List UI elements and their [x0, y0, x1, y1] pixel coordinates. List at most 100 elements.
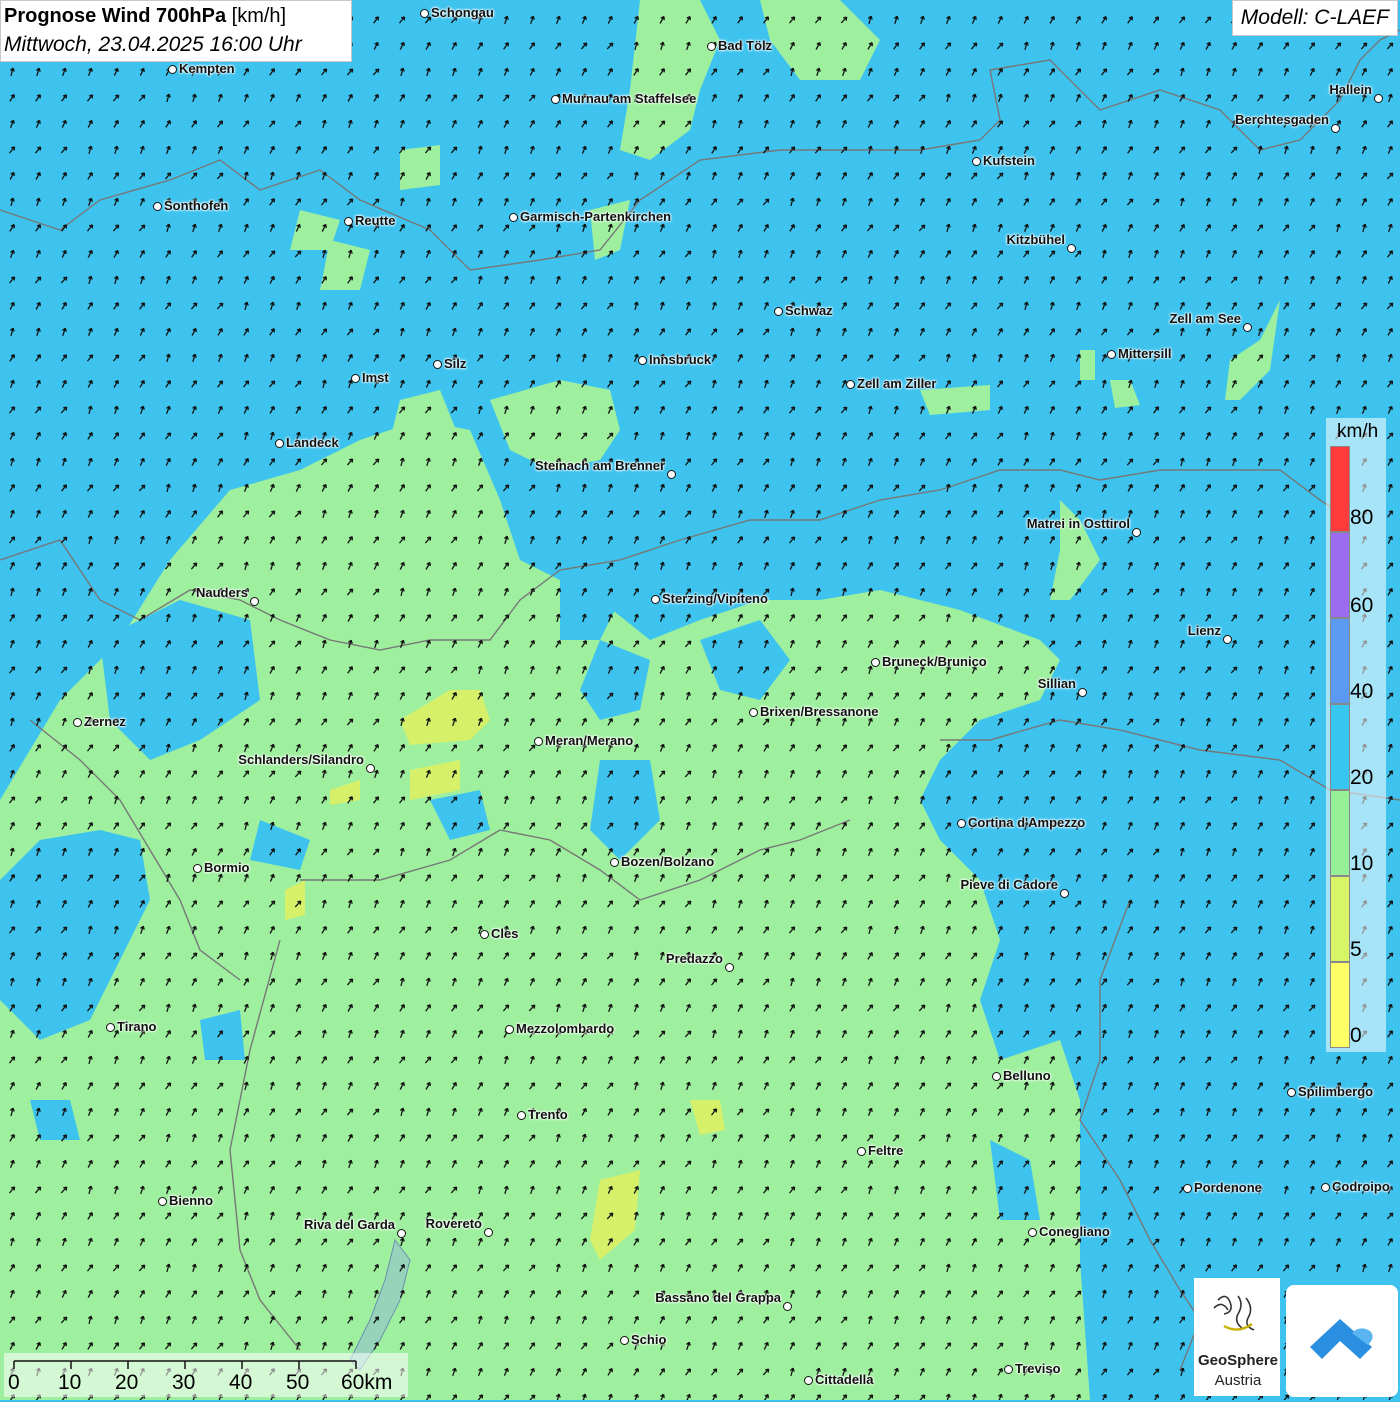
legend-label: 0	[1350, 1024, 1362, 1047]
logo-line2: Austria	[1214, 1372, 1262, 1389]
city-label: Brixen/Bressanone	[760, 704, 879, 719]
city-marker	[106, 1023, 115, 1032]
city-marker	[1321, 1183, 1330, 1192]
legend-unit: km/h	[1337, 421, 1379, 442]
city-label: Imst	[362, 370, 389, 385]
city-marker	[1331, 124, 1340, 133]
city-label: Hallein	[1329, 82, 1372, 97]
city-marker	[774, 307, 783, 316]
legend-swatch	[1330, 532, 1350, 618]
city-label: Mittersill	[1118, 346, 1172, 361]
legend-swatch	[1330, 790, 1350, 876]
city-label: Reutte	[355, 213, 396, 228]
city-marker	[1067, 244, 1076, 253]
city-marker	[1243, 323, 1252, 332]
city-marker	[551, 95, 560, 104]
city-marker	[1287, 1088, 1296, 1097]
city-label: Rovereto	[425, 1216, 482, 1231]
city-marker	[992, 1072, 1001, 1081]
logo-line1: GeoSphere	[1197, 1352, 1279, 1369]
city-label: Feltre	[868, 1143, 904, 1158]
app-icon[interactable]	[1286, 1285, 1398, 1397]
city-label: Bienno	[169, 1193, 214, 1208]
city-label: Mezzolombardo	[516, 1021, 615, 1036]
city-label: Schlanders/Silandro	[238, 752, 364, 767]
city-label: Schwaz	[785, 303, 833, 318]
city-marker	[168, 65, 177, 74]
legend-label: 60	[1350, 594, 1374, 617]
city-label: Schongau	[431, 5, 494, 20]
scale-label-50: 50	[286, 1371, 310, 1394]
scale-label-20: 20	[115, 1371, 139, 1394]
city-label: Zernez	[84, 714, 126, 729]
city-marker	[620, 1336, 629, 1345]
city-marker	[1060, 889, 1069, 898]
legend-swatch	[1330, 704, 1350, 790]
city-label: Sillian	[1037, 676, 1076, 691]
map-unit: [km/h]	[231, 5, 287, 27]
city-label: Tirano	[117, 1019, 157, 1034]
city-label: Spilimbergo	[1298, 1084, 1374, 1099]
city-label: Berchtesgaden	[1235, 112, 1329, 127]
city-marker	[505, 1025, 514, 1034]
city-label: Bormio	[204, 860, 250, 875]
city-marker	[509, 213, 518, 222]
city-marker	[397, 1229, 406, 1238]
legend-label: 20	[1350, 766, 1374, 789]
city-label: Kufstein	[983, 153, 1035, 168]
city-label: Codroipo	[1332, 1179, 1390, 1194]
city-marker	[366, 764, 375, 773]
city-label: Conegliano	[1039, 1224, 1110, 1239]
city-marker	[804, 1376, 813, 1385]
city-marker	[1183, 1184, 1192, 1193]
city-label: Innsbruck	[649, 352, 712, 367]
legend-label: 10	[1350, 852, 1374, 875]
city-label: Lienz	[1187, 623, 1221, 638]
city-label: Bruneck/Brunico	[882, 654, 987, 669]
city-label: Riva del Garda	[303, 1217, 395, 1232]
city-label: Garmisch-Partenkirchen	[520, 209, 672, 224]
city-marker	[351, 374, 360, 383]
city-label: Pordenone	[1194, 1180, 1262, 1195]
map-date: Mittwoch, 23.04.2025 16:00 Uhr	[4, 33, 302, 56]
city-marker	[517, 1111, 526, 1120]
city-label: Kitzbühel	[1006, 232, 1066, 247]
city-marker	[1107, 350, 1116, 359]
city-marker	[484, 1228, 493, 1237]
legend-swatch	[1330, 618, 1350, 704]
city-marker	[1078, 688, 1087, 697]
legend-label: 40	[1350, 680, 1374, 703]
city-label: Bassano del Grappa	[655, 1290, 781, 1305]
city-marker	[534, 737, 543, 746]
city-marker	[638, 356, 647, 365]
city-label: Cles	[491, 926, 519, 941]
city-label: Bozen/Bolzano	[621, 854, 715, 869]
city-marker	[420, 9, 429, 18]
city-marker	[1374, 94, 1383, 103]
city-marker	[275, 439, 284, 448]
city-label: Kempten	[179, 61, 235, 76]
city-marker	[725, 963, 734, 972]
city-label: Cittadella	[815, 1372, 874, 1387]
city-label: Nauders	[195, 585, 248, 600]
city-label: Meran/Merano	[545, 733, 634, 748]
city-label: Landeck	[286, 435, 339, 450]
city-marker	[972, 157, 981, 166]
city-marker	[250, 597, 259, 606]
city-label: Sonthofen	[164, 198, 229, 213]
city-label: Steinach am Brenner	[534, 458, 665, 473]
legend-swatch	[1330, 962, 1350, 1048]
model-label: Modell: C-LAEF	[1231, 0, 1398, 36]
scale-label-60: 60km	[341, 1371, 393, 1394]
city-marker	[749, 708, 758, 717]
app-arrow-icon	[1310, 1319, 1373, 1359]
city-marker	[846, 380, 855, 389]
legend-label: 80	[1350, 506, 1374, 529]
scale-label-40: 40	[229, 1371, 253, 1394]
city-label: Matrei in Osttirol	[1026, 516, 1130, 531]
city-marker	[193, 864, 202, 873]
city-label: Pieve di Cadore	[960, 877, 1058, 892]
city-label: Silz	[444, 356, 467, 371]
city-marker	[433, 360, 442, 369]
city-label: Bad Tölz	[718, 38, 773, 53]
